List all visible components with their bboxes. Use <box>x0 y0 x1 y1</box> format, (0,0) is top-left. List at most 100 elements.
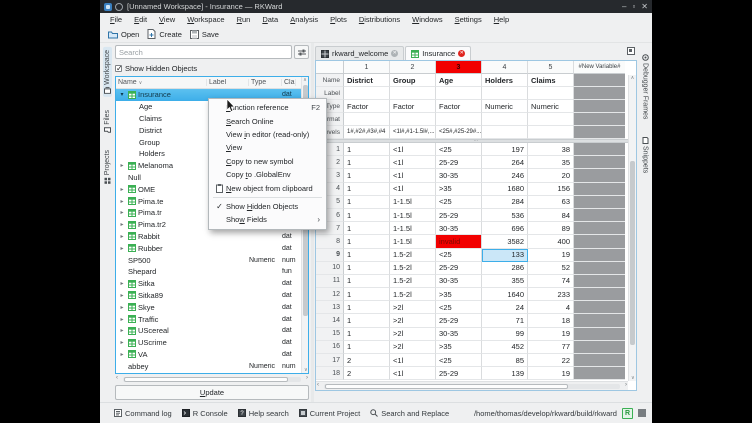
collapsed-arrow-icon[interactable]: ▸ <box>118 198 126 205</box>
tab-close-icon[interactable]: ✕ <box>391 50 398 57</box>
meta-cell[interactable]: Numeric <box>482 100 528 113</box>
data-cell[interactable]: 400 <box>528 235 574 248</box>
column-header-name[interactable]: Name ∨ <box>116 79 207 86</box>
new-variable-cell[interactable] <box>574 354 625 367</box>
statusbar-command-log[interactable]: Command log <box>114 409 172 418</box>
collapsed-arrow-icon[interactable]: ▸ <box>118 327 126 334</box>
meta-cell[interactable] <box>528 113 574 126</box>
menu-distributions[interactable]: Distributions <box>353 15 406 24</box>
new-variable-cell[interactable] <box>574 328 625 341</box>
data-cell[interactable]: 1.5-2l <box>390 288 436 301</box>
data-cell[interactable]: <1l <box>390 367 436 380</box>
window-menu-icon[interactable] <box>115 3 123 11</box>
meta-cell[interactable]: Factor <box>390 100 436 113</box>
data-cell[interactable]: <1l <box>390 183 436 196</box>
data-cell[interactable]: 71 <box>482 314 528 327</box>
menu-item-copy-to-new-symbol[interactable]: Copy to new symbol <box>209 155 326 168</box>
data-cell[interactable]: >35 <box>436 341 482 354</box>
row-number[interactable]: 17 <box>316 354 344 367</box>
collapsed-arrow-icon[interactable]: ▸ <box>118 304 126 311</box>
meta-cell[interactable] <box>528 87 574 100</box>
column-header-label[interactable]: Label <box>207 79 249 86</box>
new-variable-cell[interactable] <box>574 367 625 380</box>
row-number[interactable]: 12 <box>316 288 344 301</box>
column-header-3[interactable]: 3 <box>436 61 482 74</box>
data-cell[interactable]: 4 <box>528 301 574 314</box>
data-cell[interactable]: 2 <box>344 367 390 380</box>
data-cell[interactable]: invalid <box>436 235 482 248</box>
menu-item-view[interactable]: View <box>209 141 326 154</box>
data-cell[interactable]: <25 <box>436 249 482 262</box>
create-button[interactable]: Create <box>147 29 182 39</box>
tree-item-rabbit[interactable]: ▸Rabbitdat <box>116 231 301 243</box>
data-cell[interactable]: 25-29 <box>436 209 482 222</box>
menu-workspace[interactable]: Workspace <box>181 15 230 24</box>
data-cell[interactable]: 25-29 <box>436 262 482 275</box>
menu-run[interactable]: Run <box>231 15 257 24</box>
data-cell[interactable]: 139 <box>482 367 528 380</box>
data-cell[interactable]: 1 <box>344 275 390 288</box>
data-cell[interactable]: 38 <box>528 143 574 156</box>
data-cell[interactable]: 19 <box>528 367 574 380</box>
row-number[interactable]: 18 <box>316 367 344 380</box>
data-cell[interactable]: 1 <box>344 288 390 301</box>
checkbox-icon[interactable] <box>115 65 122 72</box>
tree-item-sp500[interactable]: SP500Numericnum <box>116 254 301 266</box>
data-cell[interactable]: 30-35 <box>436 169 482 182</box>
data-cell[interactable]: 1.5-2l <box>390 249 436 262</box>
data-cell[interactable]: 84 <box>528 209 574 222</box>
data-cell[interactable]: 1 <box>344 262 390 275</box>
statusbar-current-project[interactable]: Current Project <box>299 409 360 418</box>
new-variable-cell[interactable] <box>574 74 625 87</box>
data-cell[interactable]: 1.5-2l <box>390 275 436 288</box>
save-button[interactable]: Save <box>190 30 219 39</box>
dock-tab-workspace[interactable]: Workspace <box>103 47 112 97</box>
data-cell[interactable]: 1-1.5l <box>390 196 436 209</box>
data-cell[interactable]: >35 <box>436 183 482 196</box>
search-input[interactable] <box>115 45 292 59</box>
data-cell[interactable]: 696 <box>482 222 528 235</box>
data-cell[interactable]: 1 <box>344 222 390 235</box>
meta-cell[interactable] <box>344 87 390 100</box>
menu-file[interactable]: File <box>104 15 128 24</box>
meta-cell[interactable]: 1#,#2#,#3#,#4 <box>344 126 390 139</box>
menu-edit[interactable]: Edit <box>128 15 153 24</box>
new-variable-cell[interactable] <box>574 87 625 100</box>
menu-data[interactable]: Data <box>256 15 284 24</box>
data-cell[interactable]: 19 <box>528 328 574 341</box>
meta-cell[interactable] <box>482 126 528 139</box>
data-cell[interactable]: <25 <box>436 354 482 367</box>
menu-plots[interactable]: Plots <box>324 15 353 24</box>
meta-cell[interactable]: District <box>344 74 390 87</box>
menu-analysis[interactable]: Analysis <box>284 15 324 24</box>
tree-item-uscrime[interactable]: ▸UScrimedat <box>116 337 301 349</box>
scroll-right-icon[interactable]: › <box>306 375 308 381</box>
data-cell[interactable]: 1 <box>344 314 390 327</box>
new-variable-cell[interactable] <box>574 156 625 169</box>
data-cell[interactable]: <25 <box>436 143 482 156</box>
new-variable-cell[interactable] <box>574 275 625 288</box>
update-button[interactable]: Update <box>115 385 309 400</box>
data-cell[interactable]: <1l <box>390 169 436 182</box>
meta-cell[interactable]: Age <box>436 74 482 87</box>
menu-windows[interactable]: Windows <box>406 15 448 24</box>
data-cell[interactable]: 25-29 <box>436 367 482 380</box>
tree-item-skye[interactable]: ▸Skyedat <box>116 301 301 313</box>
scroll-right-icon[interactable]: › <box>625 382 627 388</box>
new-variable-cell[interactable] <box>574 209 625 222</box>
dock-tab-snippets[interactable]: Snippets <box>641 134 650 176</box>
tree-item-sitka89[interactable]: ▸Sitka89dat <box>116 290 301 302</box>
data-cell[interactable]: 1 <box>344 169 390 182</box>
data-cell[interactable]: 74 <box>528 275 574 288</box>
data-cell[interactable]: 52 <box>528 262 574 275</box>
data-cell[interactable]: 452 <box>482 341 528 354</box>
data-cell[interactable]: 264 <box>482 156 528 169</box>
data-cell[interactable]: 1 <box>344 235 390 248</box>
new-variable-cell[interactable] <box>574 301 625 314</box>
menu-settings[interactable]: Settings <box>449 15 488 24</box>
dock-tab-debugger-frames[interactable]: Debugger Frames <box>641 51 650 122</box>
menu-item-show-hidden-objects[interactable]: ✓Show Hidden Objects <box>209 200 326 213</box>
data-cell[interactable]: 99 <box>482 328 528 341</box>
collapsed-arrow-icon[interactable]: ▸ <box>118 186 126 193</box>
tree-item-sitka[interactable]: ▸Sitkadat <box>116 278 301 290</box>
